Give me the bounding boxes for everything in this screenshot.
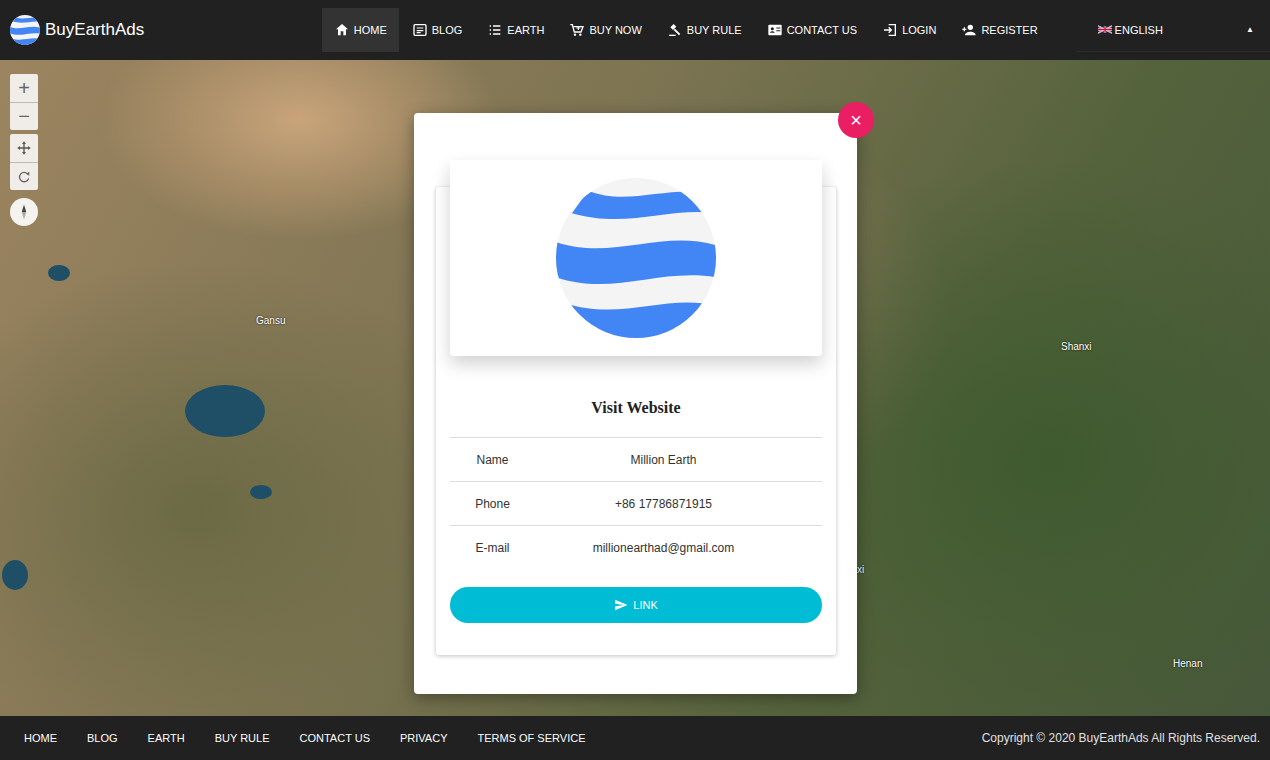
nav-label[interactable]: CONTACT US (787, 24, 858, 36)
info-row: Phone+86 17786871915 (450, 481, 822, 525)
nav-item[interactable]: HOME (322, 8, 399, 52)
brand-logo[interactable]: BuyEarthAds (0, 15, 322, 45)
language-label[interactable]: ENGLISH (1115, 24, 1163, 36)
footer-link[interactable]: EARTH (148, 732, 185, 744)
send-icon (614, 598, 628, 612)
website-dialog: Visit WebsiteNameMillion EarthPhone+86 1… (414, 113, 857, 694)
brand-name[interactable]: BuyEarthAds (45, 20, 144, 40)
lake (250, 485, 272, 499)
nav-item[interactable]: EARTH (475, 8, 556, 52)
footer-link[interactable]: PRIVACY (400, 732, 447, 744)
language-current[interactable]: ENGLISH (1098, 24, 1163, 36)
info-value: +86 17786871915 (535, 497, 822, 511)
nav-item[interactable]: BUY NOW (557, 8, 653, 52)
nav-label[interactable]: EARTH (507, 24, 544, 36)
nav-item[interactable]: CONTACT US (755, 8, 870, 52)
info-row: E-mailmillionearthad@gmail.com (450, 525, 822, 569)
lake (2, 560, 28, 590)
zoom-controls: +− (10, 74, 38, 130)
globe-logo-icon (10, 15, 40, 45)
footer-link[interactable]: BUY RULE (215, 732, 270, 744)
nav-label[interactable]: BLOG (432, 24, 463, 36)
nav-label[interactable]: REGISTER (981, 24, 1037, 36)
zoom-in-button[interactable]: + (10, 74, 38, 102)
nav-item[interactable]: REGISTER (949, 8, 1049, 52)
info-value: millionearthad@gmail.com (535, 541, 822, 555)
footer-bar: HOME BLOG EARTH BUY RULE CONTACT US PRIVACY TE… (0, 716, 1270, 760)
info-row: NameMillion Earth (450, 437, 822, 481)
cart-icon (569, 22, 585, 38)
dialog-title: Visit Website (450, 356, 822, 437)
nav-item[interactable]: BUY RULE (655, 8, 754, 52)
contact-card-icon (767, 22, 783, 38)
move-icon (16, 140, 32, 156)
footer-link[interactable]: TERMS OF SERVICE (477, 732, 585, 744)
region-label: Shanxi (1061, 341, 1092, 352)
rotate-icon (16, 169, 32, 185)
footer-link[interactable]: HOME (24, 732, 57, 744)
footer-link[interactable]: CONTACT US (300, 732, 371, 744)
list-icon (487, 22, 503, 38)
globe-logo-icon (556, 178, 716, 338)
nav-label[interactable]: HOME (354, 24, 387, 36)
pan-button[interactable] (10, 134, 38, 162)
info-label: Name (450, 453, 535, 467)
footer-links: HOME BLOG EARTH BUY RULE CONTACT US PRIVACY TE… (24, 732, 585, 744)
nav-item[interactable]: LOGIN (870, 8, 948, 52)
link-label[interactable]: LINK (633, 599, 657, 611)
gavel-icon (667, 22, 683, 38)
top-nav-bar: BuyEarthAds HOME BLOG EARTH BUY NOW BUY RULE C… (0, 0, 1270, 60)
footer-link[interactable]: BLOG (87, 732, 118, 744)
region-label: xi (857, 564, 864, 575)
region-label: Gansu (256, 315, 285, 326)
region-label: Henan (1173, 658, 1202, 669)
close-button[interactable]: × (838, 102, 874, 138)
satellite-map[interactable]: GansuShanxixiHenan+−Visit WebsiteNameMil… (0, 60, 1270, 716)
map-controls: +− (10, 74, 38, 226)
article-icon (412, 22, 428, 38)
website-card: Visit WebsiteNameMillion EarthPhone+86 1… (436, 187, 836, 655)
login-icon (882, 22, 898, 38)
zoom-out-button[interactable]: − (10, 102, 38, 130)
nav-label[interactable]: BUY NOW (589, 24, 641, 36)
info-label: E-mail (450, 541, 535, 555)
link-button[interactable]: LINK (450, 587, 822, 623)
website-image (450, 160, 822, 356)
rotate-button[interactable] (10, 162, 38, 190)
uk-flag-icon (1098, 25, 1112, 34)
info-value: Million Earth (535, 453, 822, 467)
home-icon (334, 22, 350, 38)
add-user-icon (961, 22, 977, 38)
nav-label[interactable]: LOGIN (902, 24, 936, 36)
main-nav: HOME BLOG EARTH BUY NOW BUY RULE CONTACT US LO… (322, 8, 1050, 52)
nav-item[interactable]: BLOG (400, 8, 475, 52)
lake (185, 385, 265, 437)
language-select[interactable]: ENGLISH ▲ (1076, 8, 1270, 52)
compass-icon (15, 203, 33, 221)
compass-button[interactable] (10, 198, 38, 226)
pan-controls (10, 134, 38, 190)
info-label: Phone (450, 497, 535, 511)
dropdown-caret[interactable]: ▲ (1246, 25, 1254, 34)
nav-label[interactable]: BUY RULE (687, 24, 742, 36)
lake (48, 265, 70, 281)
copyright: Copyright © 2020 BuyEarthAds All Rights … (982, 731, 1260, 745)
